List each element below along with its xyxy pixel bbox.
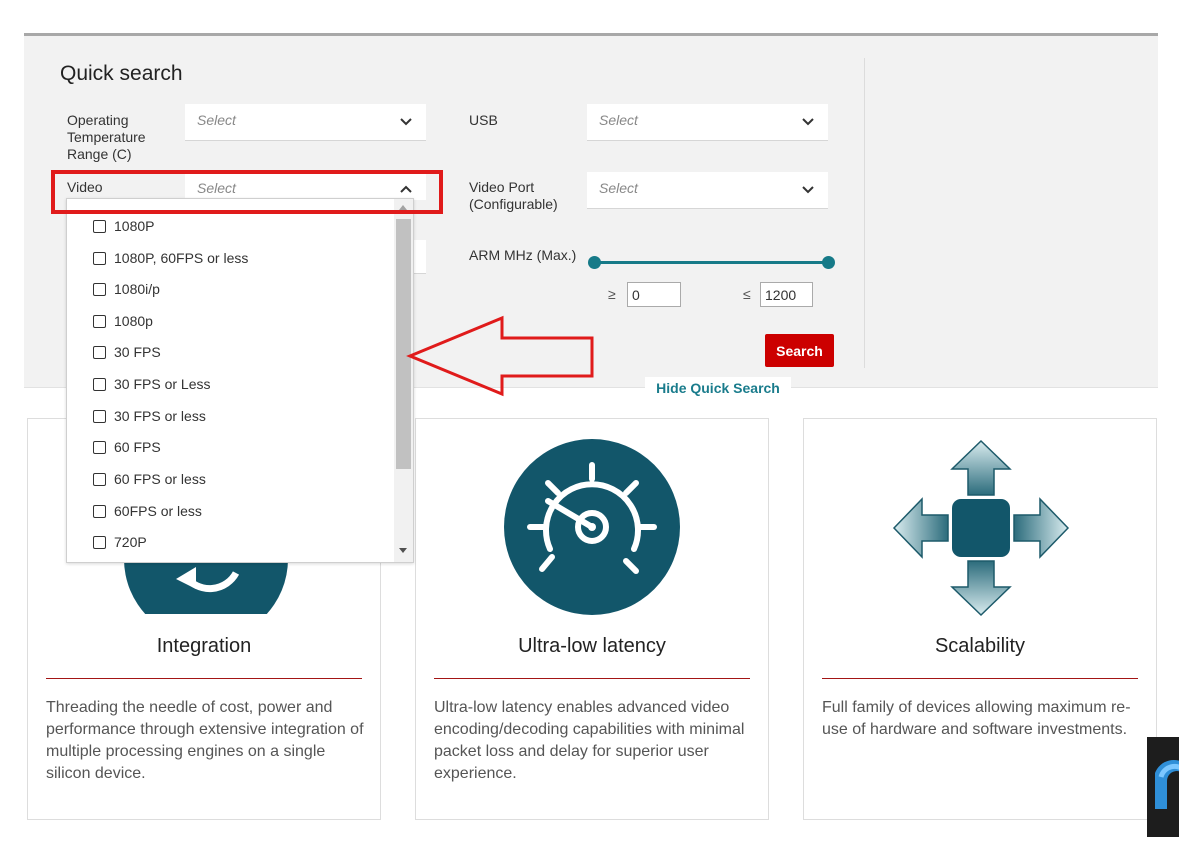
arm-mhz-min-input[interactable]: [627, 282, 681, 307]
quick-search-divider: [864, 58, 865, 368]
arm-mhz-label: ARM MHz (Max.): [469, 247, 577, 263]
checkbox-icon[interactable]: [93, 377, 106, 391]
video-option[interactable]: 1080P: [93, 216, 154, 236]
operating-temperature-select[interactable]: Select: [185, 104, 426, 141]
video-option[interactable]: 60 FPS: [93, 437, 161, 457]
feature-divider: [822, 678, 1138, 679]
hidden-select-edge: [414, 240, 426, 274]
feature-card-scalability: Scalability Full family of devices allow…: [803, 418, 1157, 820]
chevron-down-icon: [802, 186, 814, 194]
checkbox-icon[interactable]: [93, 219, 106, 233]
annotation-highlight-box: [51, 170, 443, 214]
usb-value: Select: [599, 112, 638, 128]
feature-title: Scalability: [934, 635, 1026, 657]
checkbox-icon[interactable]: [93, 282, 106, 296]
annotation-arrow-icon: [406, 315, 594, 397]
checkbox-icon[interactable]: [93, 409, 106, 423]
speedometer-icon: [504, 439, 680, 615]
usb-label: USB: [469, 112, 498, 128]
scroll-down-arrow-icon[interactable]: [399, 548, 407, 553]
feature-description: Threading the needle of cost, power and …: [46, 699, 364, 782]
video-port-value: Select: [599, 180, 638, 196]
checkbox-icon[interactable]: [93, 345, 106, 359]
max-symbol: ≤: [743, 286, 751, 302]
operating-temperature-value: Select: [197, 112, 236, 128]
integration-icon: [124, 559, 288, 614]
video-option[interactable]: 30 FPS: [93, 342, 161, 362]
checkbox-icon[interactable]: [93, 504, 106, 518]
corner-logo: [1147, 737, 1179, 837]
chevron-down-icon: [802, 118, 814, 126]
video-option[interactable]: 720P: [93, 532, 147, 552]
hide-quick-search-link[interactable]: Hide Quick Search: [645, 377, 791, 399]
checkbox-icon[interactable]: [93, 251, 106, 265]
video-option[interactable]: 30 FPS or Less: [93, 374, 211, 394]
feature-card-ultra-low-latency: Ultra-low latency Ultra-low latency enab…: [415, 418, 769, 820]
chevron-down-icon: [400, 118, 412, 126]
usb-select[interactable]: Select: [587, 104, 828, 141]
min-symbol: ≥: [608, 286, 616, 302]
video-option[interactable]: 30 FPS or less: [93, 406, 206, 426]
video-option[interactable]: 1080P, 60FPS or less: [93, 248, 248, 268]
video-option[interactable]: 60FPS or less: [93, 501, 202, 521]
arm-mhz-slider-track[interactable]: [594, 261, 828, 264]
feature-divider: [46, 678, 362, 679]
checkbox-icon[interactable]: [93, 472, 106, 486]
video-option[interactable]: 1080p: [93, 311, 153, 331]
video-port-label: Video Port (Configurable): [469, 179, 558, 212]
video-option[interactable]: 60 FPS or less: [93, 469, 206, 489]
checkbox-icon[interactable]: [93, 440, 106, 454]
arm-mhz-min-handle[interactable]: [588, 256, 601, 269]
feature-title: Integration: [156, 635, 252, 657]
checkbox-icon[interactable]: [93, 535, 106, 549]
feature-description: Full family of devices allowing maximum …: [822, 699, 1131, 738]
video-options-dropdown[interactable]: 1080P 1080P, 60FPS or less 1080i/p 1080p…: [66, 198, 414, 563]
quick-search-title: Quick search: [60, 62, 183, 85]
video-port-select[interactable]: Select: [587, 172, 828, 209]
logo-icon: [1155, 759, 1179, 809]
checkbox-icon[interactable]: [93, 314, 106, 328]
operating-temperature-label: Operating Temperature Range (C): [67, 112, 146, 162]
arm-mhz-max-handle[interactable]: [822, 256, 835, 269]
feature-description: Ultra-low latency enables advanced video…: [434, 699, 745, 782]
feature-divider: [434, 678, 750, 679]
search-button[interactable]: Search: [765, 334, 834, 367]
feature-title: Ultra-low latency: [518, 635, 666, 657]
video-option[interactable]: 1080i/p: [93, 279, 160, 299]
expand-arrows-icon: [892, 439, 1070, 617]
arm-mhz-max-input[interactable]: [760, 282, 813, 307]
